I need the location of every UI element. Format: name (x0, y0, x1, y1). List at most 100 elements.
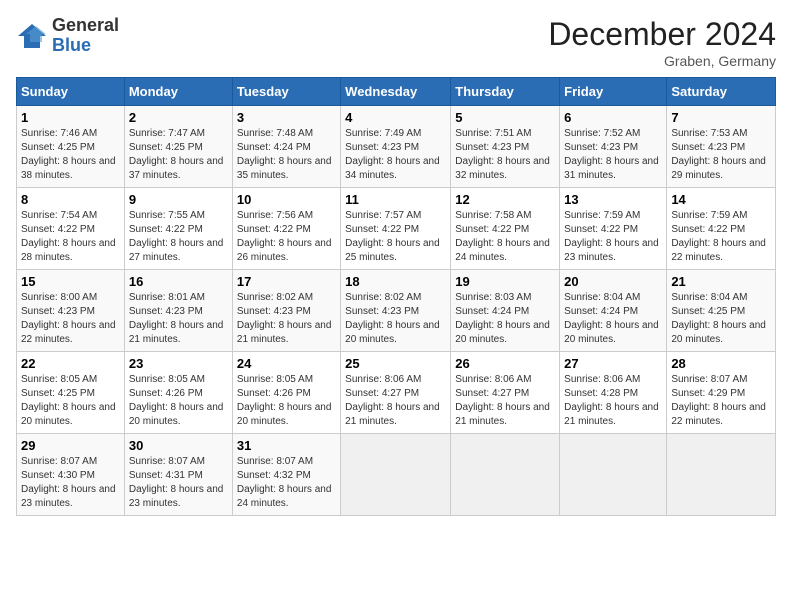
calendar-cell: 13 Sunrise: 7:59 AMSunset: 4:22 PMDayligh… (560, 188, 667, 270)
day-info: Sunrise: 8:02 AMSunset: 4:23 PMDaylight:… (345, 291, 446, 347)
day-info: Sunrise: 7:46 AMSunset: 4:25 PMDaylight:… (21, 127, 120, 183)
calendar-cell: 5Sunrise: 7:51 AMSunset: 4:23 PMDaylight… (451, 106, 560, 188)
day-info: Sunrise: 8:06 AMSunset: 4:28 PMDaylight:… (564, 373, 662, 429)
calendar-cell: 28Sunrise: 8:07 AMSunset: 4:29 PMDayligh… (667, 352, 776, 434)
day-number: 29 (21, 438, 120, 453)
day-number: 27 (564, 356, 662, 371)
day-number: 25 (345, 356, 446, 371)
calendar-cell: 14 Sunrise: 7:59 AMSunset: 4:22 PMDayligh… (667, 188, 776, 270)
logo-icon (16, 22, 48, 50)
day-info: Sunrise: 7:55 AMSunset: 4:22 PMDaylight:… (129, 209, 228, 265)
calendar-cell: 1 Sunrise: 7:46 AMSunset: 4:25 PMDaylight… (17, 106, 125, 188)
calendar-cell: 6Sunrise: 7:52 AMSunset: 4:23 PMDaylight… (560, 106, 667, 188)
day-info: Sunrise: 7:58 AMSunset: 4:22 PMDaylight:… (455, 209, 555, 265)
day-number: 30 (129, 438, 228, 453)
day-info: Sunrise: 8:05 AMSunset: 4:25 PMDaylight:… (21, 373, 120, 429)
calendar-cell (341, 434, 451, 516)
header: General Blue December 2024 Graben, Germa… (16, 16, 776, 69)
logo-general-text: General (52, 16, 119, 36)
calendar-week-row: 8 Sunrise: 7:54 AMSunset: 4:22 PMDaylight… (17, 188, 776, 270)
calendar-cell: 11Sunrise: 7:57 AMSunset: 4:22 PMDayligh… (341, 188, 451, 270)
calendar-cell (667, 434, 776, 516)
day-info: Sunrise: 8:07 AMSunset: 4:29 PMDaylight:… (671, 373, 771, 429)
calendar-week-row: 29 Sunrise: 8:07 AMSunset: 4:30 PMDayligh… (17, 434, 776, 516)
calendar-cell (451, 434, 560, 516)
day-number: 24 (237, 356, 336, 371)
calendar-cell: 15 Sunrise: 8:00 AMSunset: 4:23 PMDayligh… (17, 270, 125, 352)
day-number: 15 (21, 274, 120, 289)
day-number: 11 (345, 192, 446, 207)
column-header-thursday: Thursday (451, 78, 560, 106)
day-info: Sunrise: 8:04 AMSunset: 4:25 PMDaylight:… (671, 291, 771, 347)
day-number: 3 (237, 110, 336, 125)
day-info: Sunrise: 7:56 AMSunset: 4:22 PMDaylight:… (237, 209, 336, 265)
day-info: Sunrise: 8:06 AMSunset: 4:27 PMDaylight:… (345, 373, 446, 429)
calendar-table: SundayMondayTuesdayWednesdayThursdayFrid… (16, 77, 776, 516)
calendar-cell: 3Sunrise: 7:48 AMSunset: 4:24 PMDaylight… (232, 106, 340, 188)
calendar-cell: 24 Sunrise: 8:05 AMSunset: 4:26 PMDayligh… (232, 352, 340, 434)
day-info: Sunrise: 7:49 AMSunset: 4:23 PMDaylight:… (345, 127, 446, 183)
calendar-cell: 2 Sunrise: 7:47 AMSunset: 4:25 PMDaylight… (124, 106, 232, 188)
title-block: December 2024 Graben, Germany (548, 16, 776, 69)
day-info: Sunrise: 7:51 AMSunset: 4:23 PMDaylight:… (455, 127, 555, 183)
calendar-cell (560, 434, 667, 516)
day-number: 2 (129, 110, 228, 125)
day-number: 16 (129, 274, 228, 289)
day-info: Sunrise: 8:07 AMSunset: 4:31 PMDaylight:… (129, 455, 228, 511)
day-number: 8 (21, 192, 120, 207)
column-header-saturday: Saturday (667, 78, 776, 106)
day-number: 26 (455, 356, 555, 371)
day-info: Sunrise: 8:07 AMSunset: 4:30 PMDaylight:… (21, 455, 120, 511)
day-number: 7 (671, 110, 771, 125)
column-header-friday: Friday (560, 78, 667, 106)
column-header-wednesday: Wednesday (341, 78, 451, 106)
calendar-week-row: 1 Sunrise: 7:46 AMSunset: 4:25 PMDaylight… (17, 106, 776, 188)
day-info: Sunrise: 7:59 AMSunset: 4:22 PMDaylight:… (671, 209, 771, 265)
day-info: Sunrise: 7:54 AMSunset: 4:22 PMDaylight:… (21, 209, 120, 265)
day-number: 21 (671, 274, 771, 289)
logo-blue-text: Blue (52, 36, 119, 56)
day-number: 17 (237, 274, 336, 289)
calendar-cell: 29 Sunrise: 8:07 AMSunset: 4:30 PMDayligh… (17, 434, 125, 516)
calendar-cell: 4Sunrise: 7:49 AMSunset: 4:23 PMDaylight… (341, 106, 451, 188)
page-container: General Blue December 2024 Graben, Germa… (0, 0, 792, 526)
day-number: 22 (21, 356, 120, 371)
calendar-cell: 30 Sunrise: 8:07 AMSunset: 4:31 PMDayligh… (124, 434, 232, 516)
day-number: 13 (564, 192, 662, 207)
calendar-cell: 19 Sunrise: 8:03 AMSunset: 4:24 PMDayligh… (451, 270, 560, 352)
day-number: 31 (237, 438, 336, 453)
day-info: Sunrise: 8:03 AMSunset: 4:24 PMDaylight:… (455, 291, 555, 347)
day-number: 14 (671, 192, 771, 207)
column-header-sunday: Sunday (17, 78, 125, 106)
calendar-cell: 26Sunrise: 8:06 AMSunset: 4:27 PMDayligh… (451, 352, 560, 434)
day-info: Sunrise: 8:04 AMSunset: 4:24 PMDaylight:… (564, 291, 662, 347)
day-info: Sunrise: 8:00 AMSunset: 4:23 PMDaylight:… (21, 291, 120, 347)
day-number: 10 (237, 192, 336, 207)
column-header-monday: Monday (124, 78, 232, 106)
day-info: Sunrise: 7:47 AMSunset: 4:25 PMDaylight:… (129, 127, 228, 183)
calendar-cell: 7 Sunrise: 7:53 AMSunset: 4:23 PMDaylight… (667, 106, 776, 188)
day-info: Sunrise: 8:02 AMSunset: 4:23 PMDaylight:… (237, 291, 336, 347)
logo: General Blue (16, 16, 119, 56)
day-info: Sunrise: 8:05 AMSunset: 4:26 PMDaylight:… (129, 373, 228, 429)
day-number: 1 (21, 110, 120, 125)
calendar-cell: 27 Sunrise: 8:06 AMSunset: 4:28 PMDayligh… (560, 352, 667, 434)
day-info: Sunrise: 7:53 AMSunset: 4:23 PMDaylight:… (671, 127, 771, 183)
calendar-cell: 17 Sunrise: 8:02 AMSunset: 4:23 PMDayligh… (232, 270, 340, 352)
calendar-cell: 9 Sunrise: 7:55 AMSunset: 4:22 PMDaylight… (124, 188, 232, 270)
column-header-tuesday: Tuesday (232, 78, 340, 106)
day-info: Sunrise: 8:01 AMSunset: 4:23 PMDaylight:… (129, 291, 228, 347)
calendar-header-row: SundayMondayTuesdayWednesdayThursdayFrid… (17, 78, 776, 106)
day-info: Sunrise: 8:07 AMSunset: 4:32 PMDaylight:… (237, 455, 336, 511)
day-number: 12 (455, 192, 555, 207)
calendar-cell: 12 Sunrise: 7:58 AMSunset: 4:22 PMDayligh… (451, 188, 560, 270)
day-number: 19 (455, 274, 555, 289)
day-number: 9 (129, 192, 228, 207)
day-info: Sunrise: 7:59 AMSunset: 4:22 PMDaylight:… (564, 209, 662, 265)
month-year-title: December 2024 (548, 16, 776, 53)
location-text: Graben, Germany (548, 53, 776, 69)
calendar-cell: 31 Sunrise: 8:07 AMSunset: 4:32 PMDayligh… (232, 434, 340, 516)
day-info: Sunrise: 8:05 AMSunset: 4:26 PMDaylight:… (237, 373, 336, 429)
day-number: 6 (564, 110, 662, 125)
calendar-cell: 20Sunrise: 8:04 AMSunset: 4:24 PMDayligh… (560, 270, 667, 352)
